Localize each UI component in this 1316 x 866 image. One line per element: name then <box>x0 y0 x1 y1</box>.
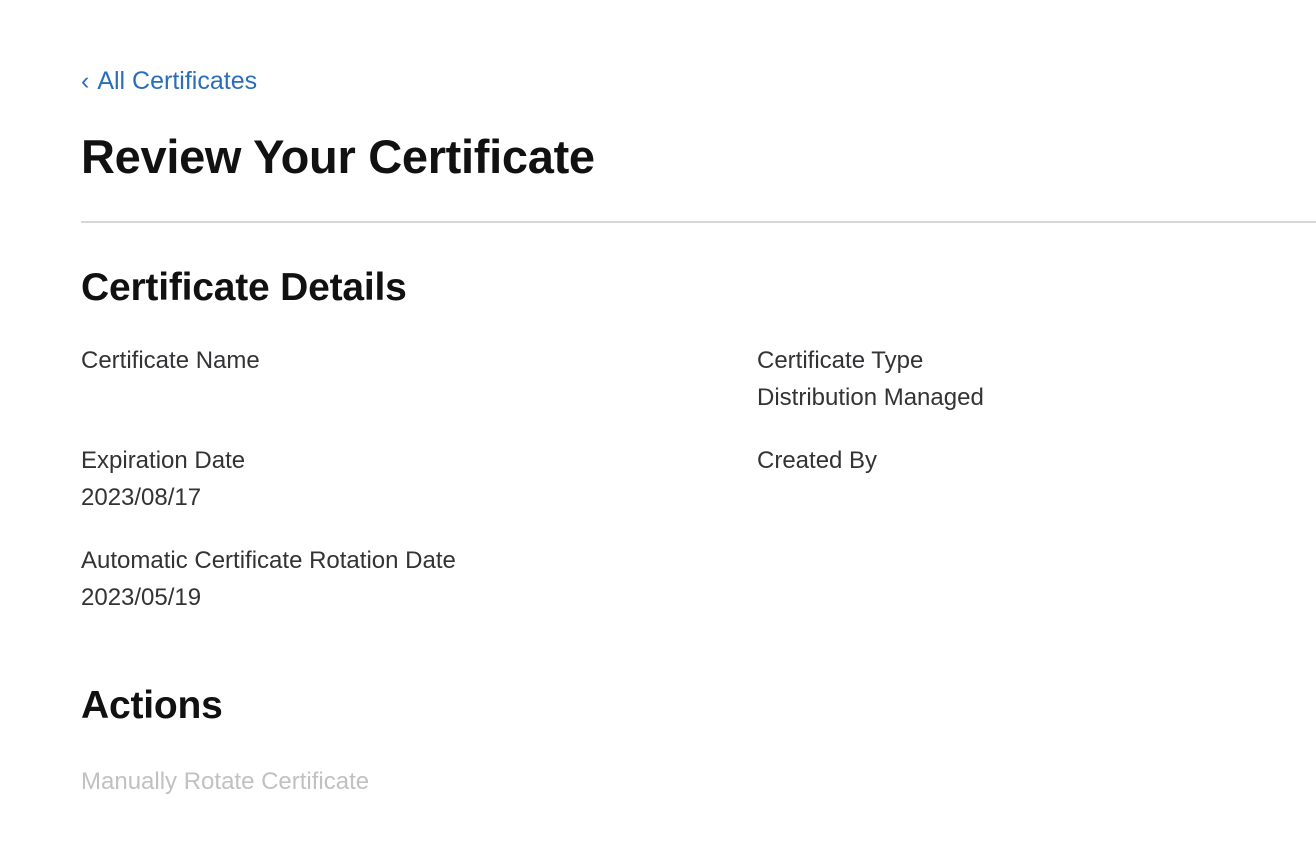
manually-rotate-certificate-link[interactable]: Manually Rotate Certificate <box>81 767 369 797</box>
all-certificates-link[interactable]: ‹ All Certificates <box>81 66 257 96</box>
certificate-name-label: Certificate Name <box>81 347 260 374</box>
expiration-date-field: Expiration Date 2023/08/17 <box>81 446 245 513</box>
certificate-review-page: ‹ All Certificates Review Your Certifica… <box>0 0 1316 866</box>
certificate-type-value: Distribution Managed <box>757 384 984 411</box>
certificate-type-field: Certificate Type Distribution Managed <box>757 346 984 413</box>
header-divider <box>81 221 1316 223</box>
expiration-date-value: 2023/08/17 <box>81 484 202 511</box>
chevron-left-icon: ‹ <box>81 67 90 95</box>
page-title: Review Your Certificate <box>81 130 595 183</box>
rotation-date-value: 2023/05/19 <box>81 584 202 611</box>
rotation-date-label: Automatic Certificate Rotation Date <box>81 547 456 574</box>
rotation-date-field: Automatic Certificate Rotation Date 2023… <box>81 546 456 613</box>
created-by-field: Created By <box>757 446 877 483</box>
certificate-details-heading: Certificate Details <box>81 266 407 309</box>
certificate-name-field: Certificate Name <box>81 346 260 383</box>
expiration-date-label: Expiration Date <box>81 447 246 474</box>
all-certificates-label: All Certificates <box>97 67 258 95</box>
actions-heading: Actions <box>81 684 223 727</box>
certificate-type-label: Certificate Type <box>757 347 924 374</box>
created-by-label: Created By <box>757 447 878 474</box>
